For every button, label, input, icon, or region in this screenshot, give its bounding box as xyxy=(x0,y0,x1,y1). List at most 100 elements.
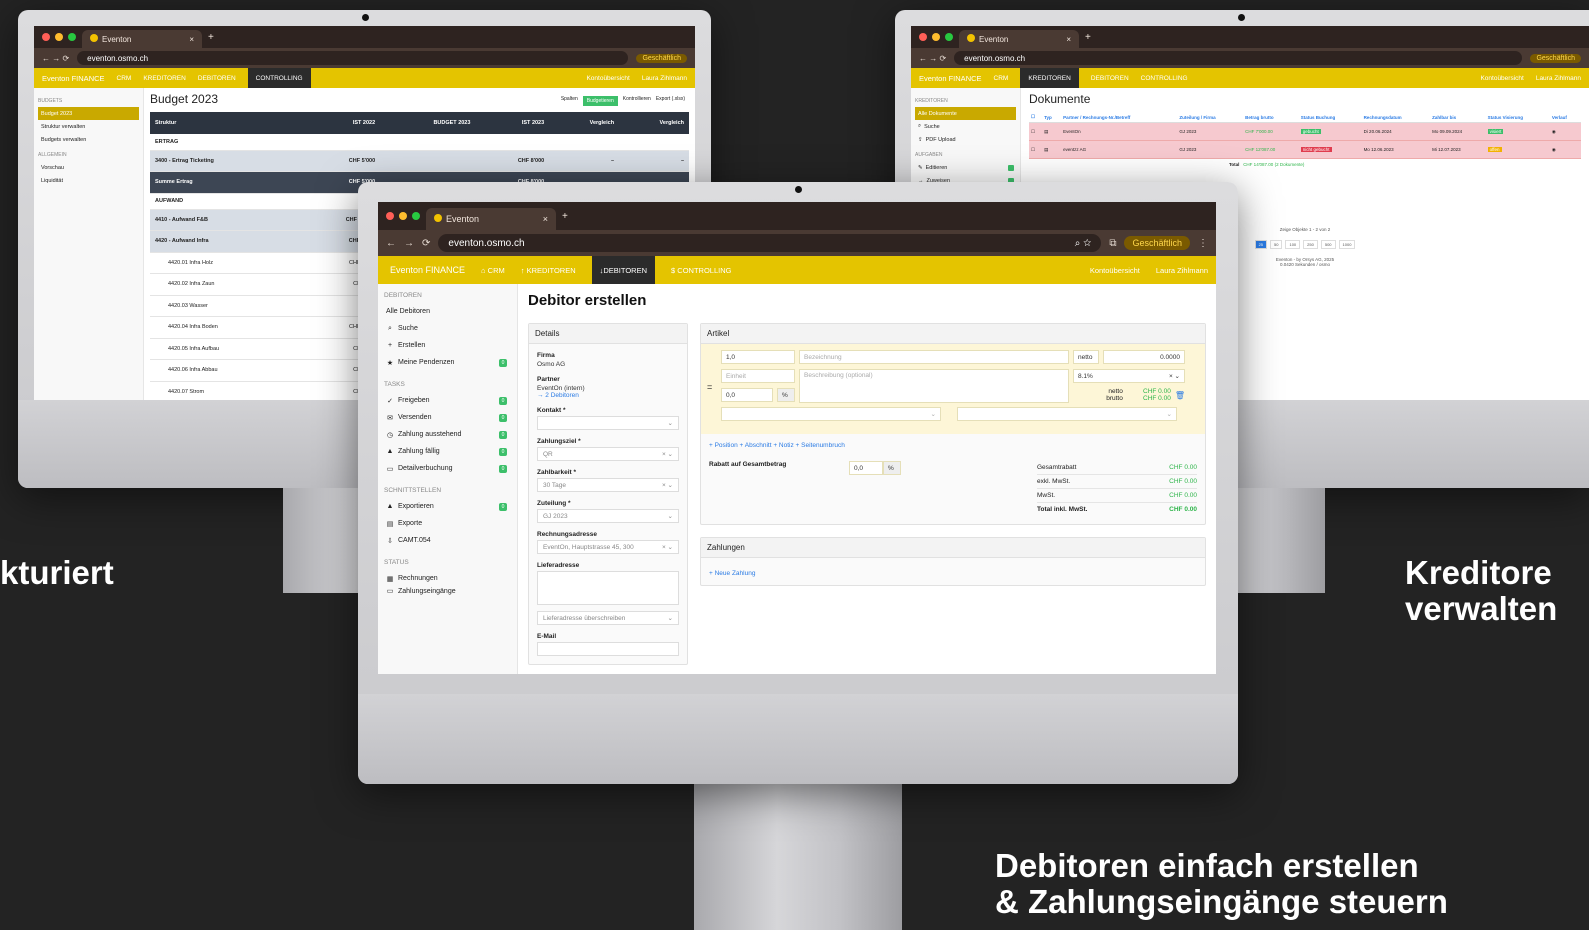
user-menu[interactable]: Laura Zihlmann xyxy=(1536,75,1581,82)
sidebar-item-detailverbuchung[interactable]: ▭ Detailverbuchung 0 xyxy=(384,460,511,477)
toolbar-spalten[interactable]: Spalten xyxy=(561,96,578,106)
reload-icon[interactable]: ⟳ xyxy=(422,238,430,249)
nav-arrows-icon[interactable]: ← → ⟳ xyxy=(919,54,946,63)
url-field[interactable]: eventon.osmo.ch xyxy=(77,51,629,65)
lieferadresse-override-select[interactable]: Lieferadresse überschreiben ⌄ xyxy=(537,611,679,625)
docs-row[interactable]: ☐ ▤ eventzz AG GJ 2023 CHF 12'087.00 nicht ge… xyxy=(1029,140,1581,159)
bezeichnung-input[interactable]: Bezeichnung xyxy=(799,350,1069,364)
window-controls[interactable] xyxy=(42,33,76,41)
zahlungsziel-select[interactable]: QR × ⌄ xyxy=(537,447,679,461)
nav-kreditoren[interactable]: Kreditoren xyxy=(1020,68,1079,88)
nav-crm[interactable]: CRM xyxy=(117,75,132,82)
sidebar-item-exporte[interactable]: ▤ Exporte xyxy=(384,515,511,532)
sidebar-item-suche[interactable]: ⌕ Suche xyxy=(384,320,511,337)
nav-debitoren[interactable]: Debitoren xyxy=(198,75,236,82)
sidebar-item-budgets-verwalten[interactable]: Budgets verwalten xyxy=(38,133,139,146)
sidebar-item-freigeben[interactable]: ✓ Freigeben 0 xyxy=(384,392,511,409)
sidebar-item-budget-2023[interactable]: Budget 2023 xyxy=(38,107,139,120)
nav-debitoren[interactable]: ↓ Debitoren xyxy=(591,256,656,284)
account-select[interactable]: ⌄ xyxy=(721,407,941,421)
sidebar-item-erstellen[interactable]: + Erstellen xyxy=(384,337,511,354)
page-size-option[interactable]: 1000 xyxy=(1338,240,1356,249)
rabatt-input[interactable]: 0,0 xyxy=(721,388,773,402)
app-brand[interactable]: Eventon FINANCE xyxy=(42,74,105,83)
zuteilung-select[interactable]: GJ 2023 ⌄ xyxy=(537,509,679,523)
page-size-option[interactable]: 25 xyxy=(1254,240,1268,249)
netto-toggle[interactable]: netto xyxy=(1073,350,1099,364)
user-menu[interactable]: Laura Zihlmann xyxy=(1156,266,1208,275)
sidebar-item-ausstehend[interactable]: ◷ Zahlung ausstehend 0 xyxy=(384,426,511,443)
zahlbarkeit-select[interactable]: 30 Tage × ⌄ xyxy=(537,478,679,492)
app-brand[interactable]: Eventon FINANCE xyxy=(390,265,465,275)
cost-center-select[interactable]: ⌄ xyxy=(957,407,1177,421)
url-field[interactable]: eventon.osmo.ch xyxy=(954,51,1523,65)
nav-kontouebersicht[interactable]: Kontoübersicht xyxy=(1480,75,1523,82)
toolbar-export[interactable]: Export (.xlsx) xyxy=(656,96,685,106)
nav-controlling[interactable]: Controlling xyxy=(247,68,311,88)
add-position-links[interactable]: + Position + Abschnitt + Notiz + Seitenu… xyxy=(701,434,1205,457)
email-input[interactable] xyxy=(537,642,679,656)
sidebar-item-rechnungen[interactable]: ▦ Rechnungen xyxy=(384,570,511,587)
url-field[interactable]: eventon.osmo.ch ⌕ ☆ xyxy=(438,234,1102,252)
user-menu[interactable]: Laura Zihlmann xyxy=(642,75,687,82)
nav-crm[interactable]: ⌂ CRM xyxy=(481,266,505,275)
trash-icon[interactable]: 🗑 xyxy=(1175,391,1185,400)
sidebar-item-alle-debitoren[interactable]: Alle Debitoren xyxy=(384,303,511,320)
budget-row[interactable]: 3400 - Ertrag Ticketing CHF 5'000 CHF 8'00… xyxy=(150,150,689,172)
profile-button[interactable]: Geschäftlich xyxy=(1530,53,1581,63)
docs-row[interactable]: ☐ ▤ EventOn GJ 2023 CHF 7'000.00 gebucht Di 20… xyxy=(1029,122,1581,141)
browser-tab[interactable]: Eventon × xyxy=(82,30,202,48)
row-checkbox[interactable]: ☐ xyxy=(1029,140,1043,159)
sidebar-item-camt[interactable]: ⇩ CAMT.054 xyxy=(384,532,511,549)
select-all-checkbox[interactable]: ☐ xyxy=(1029,112,1043,123)
zoom-icon[interactable]: ⌕ ☆ xyxy=(1075,238,1092,249)
app-brand[interactable]: Eventon FINANCE xyxy=(919,74,982,83)
price-input[interactable]: 0.0000 xyxy=(1103,350,1185,364)
rechnungsadresse-select[interactable]: EventOn, Hauptstrasse 45, 300 × ⌄ xyxy=(537,540,679,554)
nav-debitoren[interactable]: Debitoren xyxy=(1091,75,1129,82)
sidebar-item-exportieren[interactable]: ▲ Exportieren 0 xyxy=(384,498,511,515)
menu-icon[interactable]: ⋮ xyxy=(1198,238,1208,249)
nav-arrows-icon[interactable]: ← → ⟳ xyxy=(42,54,69,63)
sidebar-item-upload[interactable]: ⇪ PDF Upload xyxy=(915,133,1016,146)
profile-button[interactable]: Geschäftlich xyxy=(636,53,687,63)
nav-crm[interactable]: CRM xyxy=(994,75,1009,82)
sidebar-item-zahlungseingaenge[interactable]: ▭ Zahlungseingänge xyxy=(384,587,511,596)
forward-icon[interactable]: → xyxy=(404,238,414,249)
window-controls[interactable] xyxy=(386,212,420,220)
sidebar-item-versenden[interactable]: ✉ Versenden 0 xyxy=(384,409,511,426)
nav-controlling[interactable]: $ Controlling xyxy=(671,266,731,275)
nav-controlling[interactable]: Controlling xyxy=(1141,75,1188,82)
sidebar-item-alle-dokumente[interactable]: Alle Dokumente xyxy=(915,107,1016,120)
nav-kontouebersicht[interactable]: Kontoübersicht xyxy=(586,75,629,82)
new-tab-button[interactable]: + xyxy=(562,211,568,222)
history-icon[interactable]: ◉ xyxy=(1549,122,1581,141)
page-size-option[interactable]: 100 xyxy=(1285,240,1301,249)
window-controls[interactable] xyxy=(919,33,953,41)
new-tab-button[interactable]: + xyxy=(208,32,214,43)
close-tab-icon[interactable]: × xyxy=(543,214,548,224)
toolbar-kontrollieren[interactable]: Kontrollieren xyxy=(623,96,651,106)
sidebar-item-struktur[interactable]: Struktur verwalten xyxy=(38,120,139,133)
docs-column-header[interactable]: Rechnungsdatum xyxy=(1361,112,1431,123)
browser-tab[interactable]: Eventon × xyxy=(959,30,1079,48)
sidebar-item-faellig[interactable]: ▲ Zahlung fällig 0 xyxy=(384,443,511,460)
docs-column-header[interactable]: Betrag brutto xyxy=(1243,112,1299,123)
extensions-icon[interactable]: ⧉ xyxy=(1109,238,1116,249)
page-size-option[interactable]: 50 xyxy=(1270,240,1283,249)
row-checkbox[interactable]: ☐ xyxy=(1029,122,1043,141)
sidebar-item-suche[interactable]: ⌕ Suche xyxy=(915,120,1016,133)
sidebar-item-editieren[interactable]: ✎ Editieren xyxy=(915,161,1016,174)
kontakt-select[interactable]: ⌄ xyxy=(537,416,679,430)
partner-debitoren-link[interactable]: → 2 Debitoren xyxy=(537,392,679,399)
sidebar-item-liquiditaet[interactable]: Liquidität xyxy=(38,174,139,187)
nav-kreditoren[interactable]: Kreditoren xyxy=(143,75,186,82)
history-icon[interactable]: ◉ xyxy=(1549,140,1581,159)
nav-kreditoren[interactable]: ↑ Kreditoren xyxy=(521,266,576,275)
docs-column-header[interactable]: Typ xyxy=(1042,112,1062,123)
back-icon[interactable]: ← xyxy=(386,238,396,249)
docs-column-header[interactable]: Verlauf xyxy=(1549,112,1581,123)
docs-column-header[interactable]: Status Buchung xyxy=(1298,112,1362,123)
einheit-input[interactable]: Einheit xyxy=(721,369,795,383)
toolbar-budgetieren[interactable]: Budgetieren xyxy=(582,96,618,106)
